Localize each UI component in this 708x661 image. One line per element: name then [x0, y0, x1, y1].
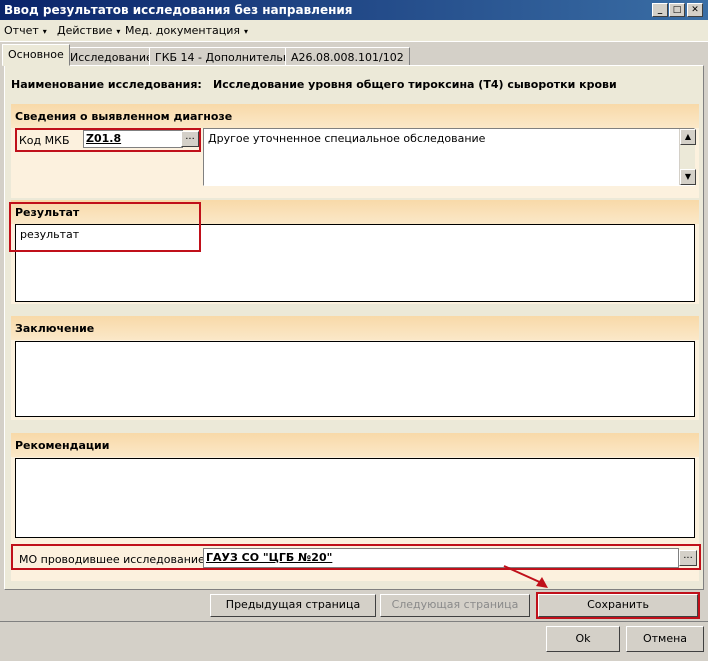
menu-report[interactable]: Отчет ▾ [4, 24, 47, 37]
menu-med-docs-label: Мед. документация [125, 24, 241, 37]
chevron-down-icon: ▾ [116, 27, 121, 36]
description-scrollbar[interactable]: ▲ ▼ [679, 129, 696, 185]
maximize-icon[interactable]: □ [669, 3, 685, 17]
menu-action-label: Действие [57, 24, 113, 37]
mkb-select-button[interactable]: ... [181, 131, 199, 147]
red-arrow-icon [503, 565, 548, 588]
result-text: результат [20, 228, 80, 241]
conclusion-section-header: Заключение [11, 316, 699, 340]
study-name-value: Исследование уровня общего тироксина (Т4… [213, 78, 617, 91]
mkb-label: Код МКБ [19, 134, 70, 147]
result-section-header: Результат [11, 200, 699, 224]
menu-bar: Отчет ▾ Действие ▾ Мед. документация ▾ [0, 20, 708, 42]
scroll-down-icon[interactable]: ▼ [680, 169, 696, 185]
menu-action[interactable]: Действие ▾ [57, 24, 120, 37]
mo-field[interactable]: ГАУЗ СО "ЦГБ №20" [203, 548, 679, 568]
tab-strip: Основное Исследование ГКБ 14 - Дополните… [0, 44, 708, 66]
save-button[interactable]: Сохранить [538, 594, 698, 617]
chevron-down-icon: ▾ [42, 27, 47, 36]
recommendations-section-header: Рекомендации [11, 433, 699, 457]
tab-study[interactable]: Исследование [64, 47, 159, 66]
result-textarea[interactable]: результат [15, 224, 695, 302]
mo-select-button[interactable]: ... [679, 550, 697, 566]
ok-button[interactable]: Ok [546, 626, 620, 652]
menu-report-label: Отчет [4, 24, 39, 37]
minimize-icon[interactable]: _ [652, 3, 668, 17]
tab-gkb14-extra[interactable]: ГКБ 14 - Дополнительно [149, 47, 303, 66]
mkb-description-field[interactable]: Другое уточненное специальное обследован… [203, 128, 695, 186]
window-title: Ввод результатов исследования без направ… [4, 3, 353, 17]
mo-label: МО проводившее исследование [19, 553, 205, 566]
study-name-label: Наименование исследования: [11, 78, 202, 91]
tab-main[interactable]: Основное [2, 44, 70, 66]
next-page-button[interactable]: Следующая страница [380, 594, 530, 617]
diagnosis-section-header: Сведения о выявленном диагнозе [11, 104, 699, 128]
cancel-button[interactable]: Отмена [626, 626, 704, 652]
mkb-description-text: Другое уточненное специальное обследован… [208, 132, 486, 145]
tab-a26-code[interactable]: A26.08.008.101/102 [285, 47, 410, 66]
recommendations-textarea[interactable] [15, 458, 695, 538]
menu-med-docs[interactable]: Мед. документация ▾ [125, 24, 248, 37]
conclusion-textarea[interactable] [15, 341, 695, 417]
chevron-down-icon: ▾ [244, 27, 249, 36]
mkb-code-field[interactable]: Z01.8 [83, 130, 183, 148]
scroll-up-icon[interactable]: ▲ [680, 129, 696, 145]
main-panel: Наименование исследования: Исследование … [4, 65, 704, 590]
prev-page-button[interactable]: Предыдущая страница [210, 594, 376, 617]
window-title-bar[interactable]: Ввод результатов исследования без направ… [0, 0, 708, 20]
close-icon[interactable]: ✕ [687, 3, 703, 17]
